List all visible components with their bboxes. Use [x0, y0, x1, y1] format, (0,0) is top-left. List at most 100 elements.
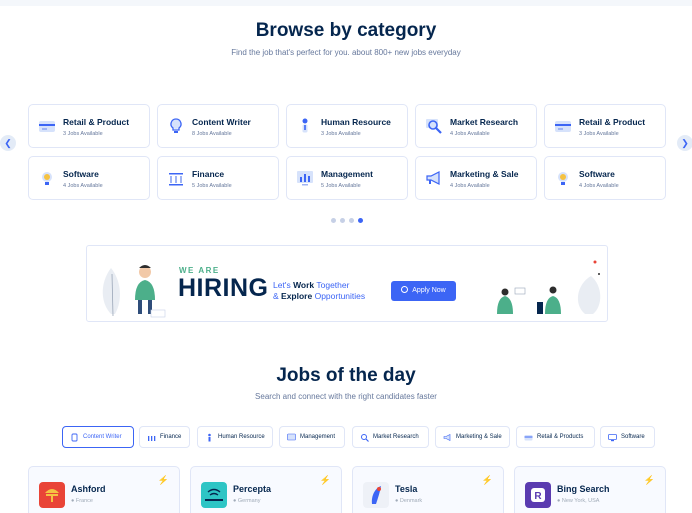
filter-tab-human-resource[interactable]: Human Resource	[197, 426, 273, 448]
category-card[interactable]: Retail & Product 3 Jobs Available	[28, 104, 150, 148]
job-card[interactable]: Tesla ● Denmark ⚡	[352, 466, 504, 513]
location-text: Germany	[237, 498, 261, 504]
banner-hiring-text: HIRING	[178, 274, 269, 302]
company-location: ● France	[71, 498, 93, 504]
category-title: Human Resource	[321, 117, 391, 127]
browse-subtitle: Find the job that's perfect for you. abo…	[231, 48, 461, 57]
filter-label: Finance	[160, 434, 182, 440]
retail-icon	[524, 435, 533, 441]
banner-tagline-line2: & Explore Opportunities	[273, 291, 365, 301]
bolt-icon: ⚡	[319, 475, 331, 485]
company-name: Bing Search	[557, 484, 610, 494]
filter-tab-content-writer[interactable]: Content Writer	[62, 426, 134, 448]
category-card[interactable]: Market Research 4 Jobs Available	[415, 104, 537, 148]
tesla-logo-icon	[371, 486, 381, 504]
category-title: Software	[63, 169, 99, 179]
carousel-next-button[interactable]: ❯	[677, 135, 692, 151]
tagline-text: Let's	[273, 280, 294, 290]
category-card[interactable]: Management 5 Jobs Available	[286, 156, 408, 200]
ashford-logo-icon	[45, 489, 59, 502]
category-title: Marketing & Sale	[450, 169, 519, 179]
category-card[interactable]: Marketing & Sale 4 Jobs Available	[415, 156, 537, 200]
browse-title: Browse by category	[255, 20, 437, 41]
pagination-dot[interactable]	[340, 218, 345, 223]
company-name: Tesla	[395, 484, 418, 494]
category-card[interactable]: Software 4 Jobs Available	[544, 156, 666, 200]
category-count: 4 Jobs Available	[450, 183, 490, 189]
filter-tab-finance[interactable]: Finance	[139, 426, 190, 448]
idea-icon	[558, 172, 568, 185]
company-location: ● Denmark	[395, 498, 422, 504]
category-card[interactable]: Content Writer 8 Jobs Available	[157, 104, 279, 148]
category-count: 3 Jobs Available	[579, 131, 619, 137]
carousel-prev-button[interactable]: ❮	[0, 135, 16, 151]
category-count: 3 Jobs Available	[63, 131, 103, 137]
apply-now-button[interactable]: Apply Now	[391, 281, 456, 301]
pagination-dot-active[interactable]	[358, 218, 363, 223]
bolt-icon: ⚡	[481, 475, 493, 485]
category-count: 4 Jobs Available	[450, 131, 490, 137]
job-card[interactable]: Ashford ● France ⚡	[28, 466, 180, 513]
company-logo	[39, 482, 65, 508]
category-count: 4 Jobs Available	[579, 183, 619, 189]
jobs-subtitle: Search and connect with the right candid…	[255, 392, 437, 401]
filter-tab-retail-products[interactable]: Retail & Products	[516, 426, 595, 448]
tagline-bold: Explore	[281, 291, 313, 301]
pagination-dot[interactable]	[349, 218, 354, 223]
filter-label: Marketing & Sale	[456, 434, 502, 440]
idea-icon	[42, 172, 52, 185]
category-card[interactable]: Software 4 Jobs Available	[28, 156, 150, 200]
category-count: 3 Jobs Available	[321, 131, 361, 137]
company-name: Percepta	[233, 484, 272, 494]
location-text: New York, USA	[561, 498, 600, 504]
filter-tab-management[interactable]: Management	[279, 426, 345, 448]
check-circle-icon	[401, 286, 409, 293]
category-title: Retail & Product	[63, 117, 130, 127]
tagline-text: Opportunities	[312, 291, 366, 301]
category-count: 5 Jobs Available	[192, 183, 232, 189]
category-card[interactable]: Finance 5 Jobs Available	[157, 156, 279, 200]
filter-label: Software	[621, 434, 645, 440]
filter-tab-software[interactable]: Software	[600, 426, 655, 448]
job-card[interactable]: Percepta ● Germany ⚡	[190, 466, 342, 513]
bolt-icon: ⚡	[157, 475, 169, 485]
retail-icon	[555, 121, 571, 132]
hiring-illustration-left	[102, 265, 166, 318]
category-count: 5 Jobs Available	[321, 183, 361, 189]
filter-tab-marketing-sale[interactable]: Marketing & Sale	[435, 426, 510, 448]
pagination-dot[interactable]	[331, 218, 336, 223]
category-card[interactable]: Retail & Product 3 Jobs Available	[544, 104, 666, 148]
retail-icon	[39, 121, 55, 132]
company-name: Ashford	[71, 484, 106, 494]
category-title: Content Writer	[192, 117, 251, 127]
category-grid: Retail & Product 3 Jobs Available Conten…	[28, 104, 666, 200]
lightbulb-icon	[170, 118, 182, 133]
magnifier-icon	[426, 119, 442, 134]
category-count: 8 Jobs Available	[192, 131, 232, 137]
hiring-illustration-right	[497, 260, 601, 314]
company-logo	[363, 482, 389, 508]
idea-icon	[608, 434, 617, 442]
top-bar	[0, 0, 692, 6]
megaphone-icon	[426, 171, 440, 185]
filter-label: Market Research	[373, 434, 419, 440]
filter-label: Content Writer	[83, 434, 122, 440]
chevron-left-icon: ❮	[4, 138, 12, 148]
tagline-bold: Work	[293, 280, 315, 290]
filter-tab-market-research[interactable]: Market Research	[352, 426, 429, 448]
person-icon	[208, 433, 211, 442]
category-card[interactable]: Human Resource 3 Jobs Available	[286, 104, 408, 148]
bolt-icon: ⚡	[643, 475, 655, 485]
chart-icon	[287, 433, 296, 441]
tagline-text: &	[273, 291, 282, 301]
finance-icon	[169, 173, 183, 186]
company-location: ● New York, USA	[557, 498, 599, 504]
chevron-right-icon: ❯	[681, 138, 689, 148]
pen-icon	[71, 433, 78, 442]
filter-label: Management	[300, 434, 336, 440]
bing-logo-icon: R	[531, 488, 545, 502]
location-text: Denmark	[399, 498, 423, 504]
jobs-title: Jobs of the day	[276, 365, 416, 386]
job-card[interactable]: R Bing Search ● New York, USA ⚡	[514, 466, 666, 513]
carousel-pagination	[331, 218, 363, 223]
